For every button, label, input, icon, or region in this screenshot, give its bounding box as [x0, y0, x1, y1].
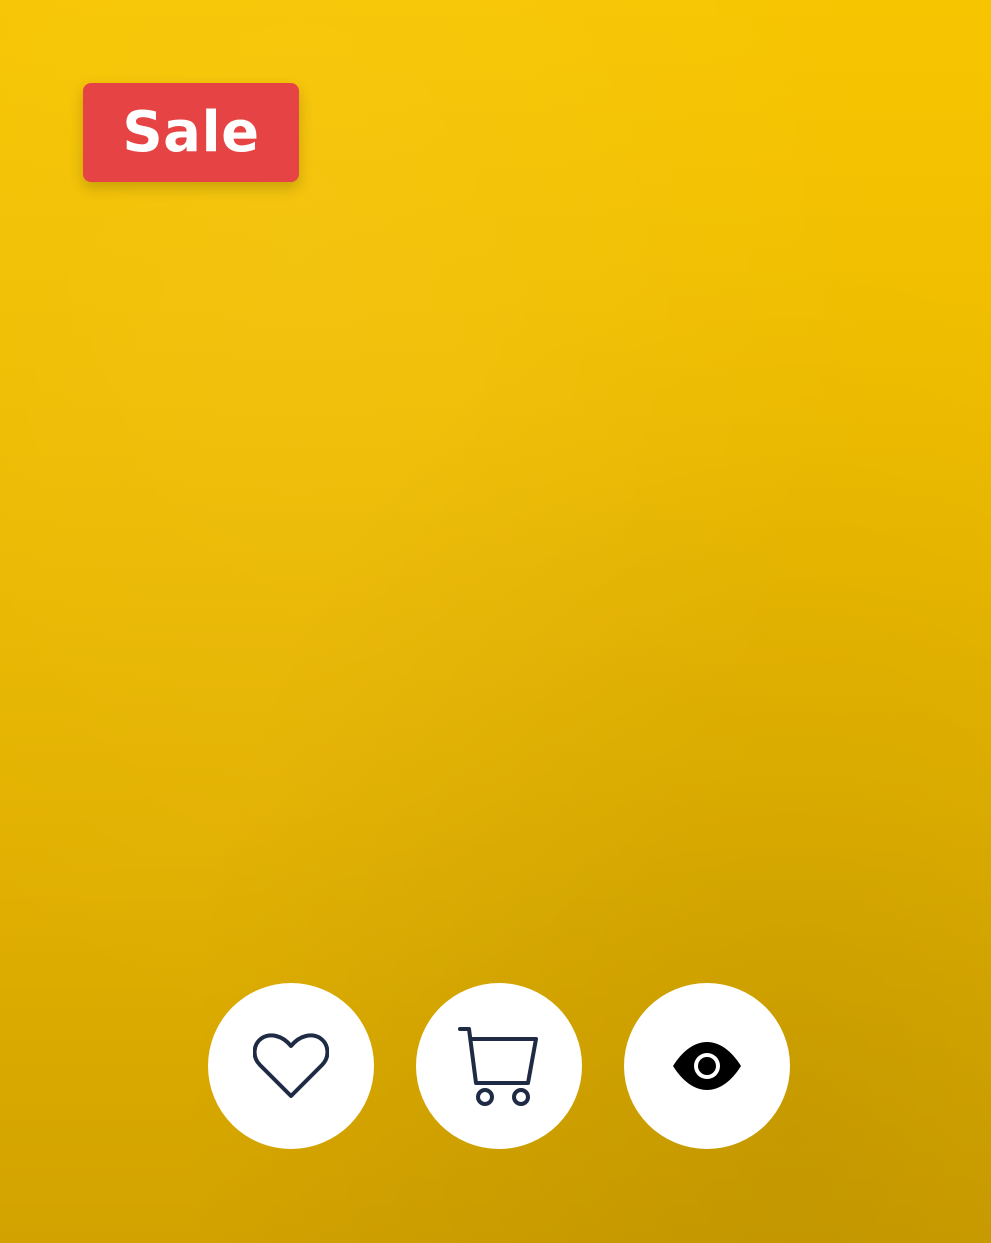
eye-icon [673, 1042, 741, 1090]
cart-icon [457, 1025, 541, 1107]
sale-badge: Sale [83, 83, 299, 182]
sale-badge-label: Sale [122, 100, 260, 165]
heart-icon [253, 1032, 329, 1100]
quick-view-button[interactable] [624, 983, 790, 1149]
product-actions [208, 983, 790, 1149]
add-to-cart-button[interactable] [416, 983, 582, 1149]
product-image-card: Sale [0, 0, 991, 1243]
wishlist-button[interactable] [208, 983, 374, 1149]
